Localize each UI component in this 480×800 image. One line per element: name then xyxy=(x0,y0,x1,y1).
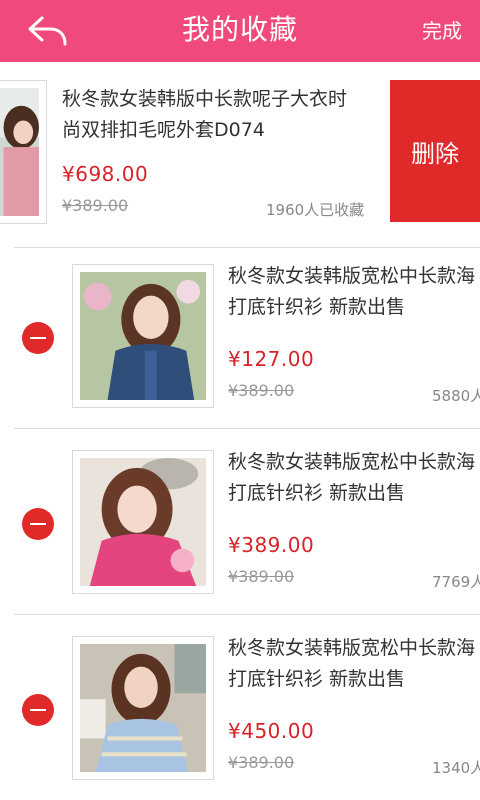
product-name-line-2: 打底针织衫 新款出售 xyxy=(228,296,406,318)
favorite-count: 7769人 xyxy=(432,573,480,591)
product-name-line-2: 打底针织衫 新款出售 xyxy=(228,482,406,504)
remove-icon[interactable] xyxy=(22,508,54,540)
list-item[interactable]: 秋冬款女装韩版中长款呢子大衣时 尚双排扣毛呢外套D074 ¥698.00 ¥38… xyxy=(0,62,480,248)
remove-icon[interactable] xyxy=(22,694,54,726)
done-button[interactable]: 完成 xyxy=(422,16,462,46)
favorite-count: 1340人 xyxy=(432,759,480,777)
product-thumbnail[interactable] xyxy=(72,636,214,780)
favorite-count: 5880人 xyxy=(432,387,480,405)
remove-icon[interactable] xyxy=(22,322,54,354)
page-title: 我的收藏 xyxy=(181,13,298,46)
original-price: ¥389.00 xyxy=(62,196,129,215)
app-header: 我的收藏 完成 xyxy=(0,0,480,62)
favorites-list: 秋冬款女装韩版中长款呢子大衣时 尚双排扣毛呢外套D074 ¥698.00 ¥38… xyxy=(0,62,480,800)
product-name-line-1: 秋冬款女装韩版宽松中长款海 xyxy=(228,451,476,473)
product-price: ¥127.00 xyxy=(228,347,315,371)
product-name[interactable]: 秋冬款女装韩版宽松中长款海 打底针织衫 新款出售 xyxy=(228,633,480,695)
favorite-count: 1960人已收藏 xyxy=(266,201,365,219)
product-name-line-1: 秋冬款女装韩版宽松中长款海 xyxy=(228,265,476,287)
product-name[interactable]: 秋冬款女装韩版宽松中长款海 打底针织衫 新款出售 xyxy=(228,261,480,323)
product-thumbnail[interactable] xyxy=(72,264,214,408)
product-thumbnail[interactable] xyxy=(0,80,47,224)
list-item[interactable]: 秋冬款女装韩版宽松中长款海 打底针织衫 新款出售 ¥450.00 ¥389.00… xyxy=(0,615,480,800)
product-name[interactable]: 秋冬款女装韩版宽松中长款海 打底针织衫 新款出售 xyxy=(228,447,480,509)
list-item[interactable]: 秋冬款女装韩版宽松中长款海 打底针织衫 新款出售 ¥389.00 ¥389.00… xyxy=(0,429,480,615)
product-name-line-1: 秋冬款女装韩版宽松中长款海 xyxy=(228,637,476,659)
product-price: ¥698.00 xyxy=(62,162,149,186)
product-price: ¥389.00 xyxy=(228,533,315,557)
delete-button[interactable]: 删除 xyxy=(390,80,480,222)
product-name-line-2: 打底针织衫 新款出售 xyxy=(228,668,406,690)
product-price: ¥450.00 xyxy=(228,719,315,743)
original-price: ¥389.00 xyxy=(228,567,295,586)
product-thumbnail[interactable] xyxy=(72,450,214,594)
list-item[interactable]: 秋冬款女装韩版宽松中长款海 打底针织衫 新款出售 ¥127.00 ¥389.00… xyxy=(0,243,480,429)
original-price: ¥389.00 xyxy=(228,381,295,400)
original-price: ¥389.00 xyxy=(228,753,295,772)
